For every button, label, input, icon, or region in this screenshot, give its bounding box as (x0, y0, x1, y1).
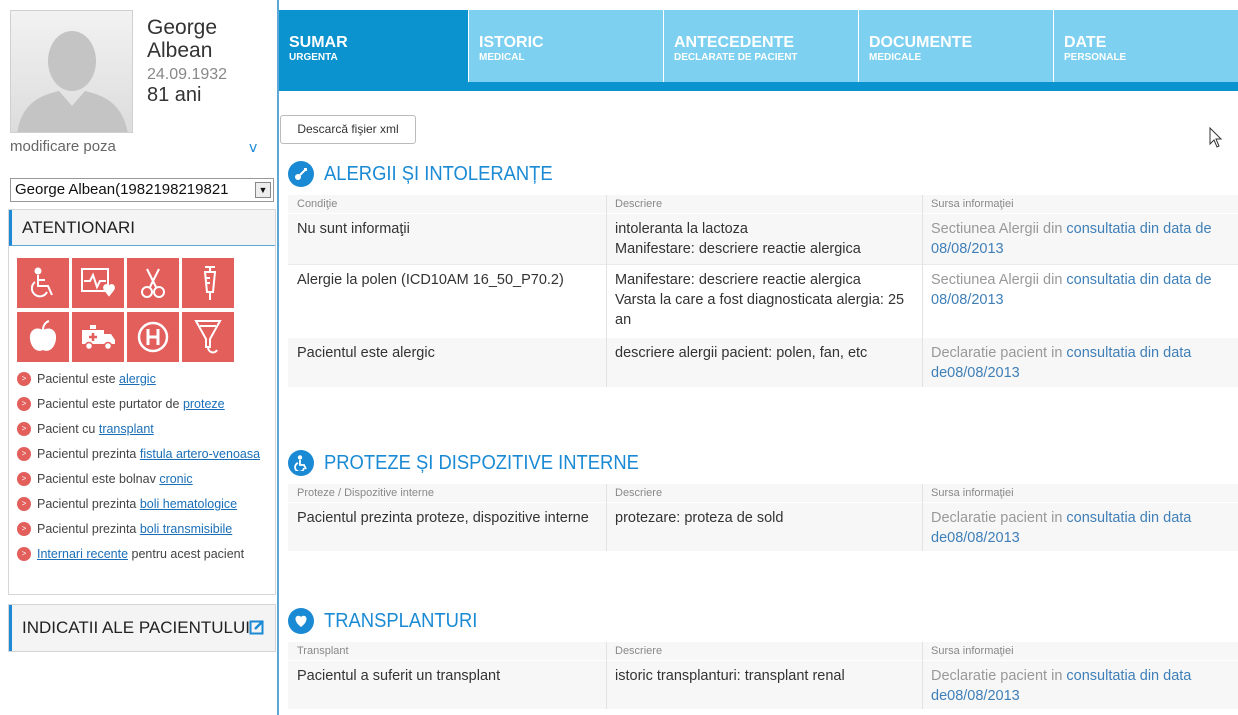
alert-item-fistula: > Pacientul prezinta fistula artero-venoa… (15, 447, 270, 461)
arrow-bullet-icon: > (17, 472, 31, 486)
transplants-title: TRANSPLANTURI (324, 609, 478, 632)
download-xml-button[interactable]: Descarcă fişier xml (280, 115, 416, 144)
alert-item-chronic: > Pacientul este bolnav cronic (15, 472, 270, 486)
tab-bar: SUMAR URGENTA ISTORIC MEDICAL ANTECEDENTE D… (279, 10, 1238, 82)
tab-underline (279, 82, 1238, 91)
prostheses-section: PROTEZE ȘI DISPOZITIVE INTERNE Proteze /… (288, 448, 1238, 551)
alert-link-transmissible[interactable]: boli transmisibile (140, 522, 232, 536)
column-header: Transplant (297, 645, 349, 657)
wheelchair-icon (288, 450, 314, 476)
alert-item-hematologic: > Pacientul prezinta boli hematologice (15, 497, 270, 511)
column-header: Sursa informaţiei (931, 487, 1014, 499)
arrow-bullet-icon: > (17, 422, 31, 436)
patient-age: 81 ani (147, 84, 202, 106)
chevron-down-icon[interactable]: v (249, 140, 257, 156)
alert-link-chronic[interactable]: cronic (159, 472, 192, 486)
allergies-title: ALERGII ȘI INTOLERANȚE (324, 162, 553, 185)
mouse-cursor-icon (1209, 127, 1223, 148)
column-header: Descriere (615, 487, 663, 499)
alerts-list: > Pacientul este alergic > Pacientul este … (15, 372, 270, 572)
tab-personal-data[interactable]: DATE PERSONALE (1054, 10, 1238, 82)
ambulance-icon[interactable] (72, 312, 124, 362)
column-header: Sursa informaţiei (931, 645, 1014, 657)
tab-medical-history[interactable]: ISTORIC MEDICAL (469, 10, 664, 82)
indications-panel: INDICATII ALE PACIENTULUI (8, 604, 276, 652)
alert-item-allergic: > Pacientul este alergic (15, 372, 270, 386)
alert-link-hospitalizations[interactable]: Internari recente (37, 547, 128, 561)
alert-item-prostheses: > Pacientul este purtator de proteze (15, 397, 270, 411)
tab-patient-declared-history[interactable]: ANTECEDENTE DECLARATE DE PACIENT (664, 10, 859, 82)
alerts-panel: ATENTIONARI > Pacientul este alergic > P… (8, 209, 276, 595)
patient-select-value: George Albean(1982198219821 (15, 181, 229, 198)
alert-link-hematologic[interactable]: boli hematologice (140, 497, 237, 511)
transplants-section: TRANSPLANTURI Transplant Descriere Sursa… (288, 606, 1238, 709)
alert-item-transplant: > Pacient cu transplant (15, 422, 270, 436)
alert-item-transmissible: > Pacientul prezinta boli transmisibile (15, 522, 270, 536)
column-header: Sursa informaţiei (931, 198, 1014, 210)
table-header: Proteze / Dispozitive interne Descriere … (288, 484, 1238, 502)
heart-monitor-icon[interactable] (72, 258, 124, 308)
hospital-icon[interactable] (127, 312, 179, 362)
column-header: Condiţie (297, 198, 338, 210)
transplants-table: Transplant Descriere Sursa informaţiei P… (288, 642, 1238, 709)
table-row: Alergie la polen (ICD10AM 16_50_P70.2) M… (288, 264, 1238, 337)
table-header: Transplant Descriere Sursa informaţiei (288, 642, 1238, 660)
patient-name: George Albean (147, 16, 218, 62)
organ-icon (288, 608, 314, 634)
patient-photo[interactable] (10, 10, 133, 133)
column-header: Proteze / Dispozitive interne (297, 487, 434, 499)
edit-icon[interactable] (249, 619, 265, 635)
indications-panel-title: INDICATII ALE PACIENTULUI (9, 605, 275, 651)
column-header: Descriere (615, 645, 663, 657)
arrow-bullet-icon: > (17, 372, 31, 386)
alerts-panel-title: ATENTIONARI (9, 210, 275, 246)
alert-link-fistula[interactable]: fistula artero-venoasa (140, 447, 260, 461)
avatar-silhouette-icon (11, 11, 132, 132)
change-photo-link[interactable]: modificare poza (10, 138, 116, 155)
arrow-bullet-icon: > (17, 447, 31, 461)
arrow-bullet-icon: > (17, 397, 31, 411)
sidebar-divider (277, 0, 279, 715)
arrow-bullet-icon: > (17, 547, 31, 561)
sidebar: George Albean 24.09.1932 81 ani modifica… (0, 0, 278, 715)
table-row: Pacientul a suferit un transplant istori… (288, 660, 1238, 709)
arrow-bullet-icon: > (17, 522, 31, 536)
wheelchair-icon[interactable] (17, 258, 69, 308)
funnel-icon[interactable] (182, 312, 234, 362)
table-row: Nu sunt informaţii intoleranta la lactoz… (288, 213, 1238, 264)
patient-dob: 24.09.1932 (147, 66, 228, 83)
allergies-section: ALERGII ȘI INTOLERANȚE Condiţie Descrier… (288, 159, 1238, 387)
table-header: Condiţie Descriere Sursa informaţiei (288, 195, 1238, 213)
alert-link-prostheses[interactable]: proteze (183, 397, 225, 411)
tab-medical-documents[interactable]: DOCUMENTE MEDICALE (859, 10, 1054, 82)
column-header: Descriere (615, 198, 663, 210)
alert-link-allergic[interactable]: alergic (119, 372, 156, 386)
allergy-icon (288, 161, 314, 187)
alert-link-transplant[interactable]: transplant (99, 422, 154, 436)
app-root: George Albean 24.09.1932 81 ani modifica… (0, 0, 1238, 715)
prostheses-title: PROTEZE ȘI DISPOZITIVE INTERNE (324, 451, 639, 474)
patient-select[interactable]: George Albean(1982198219821 ▼ (10, 178, 274, 202)
dropdown-arrow-icon[interactable]: ▼ (255, 182, 271, 198)
apple-icon[interactable] (17, 312, 69, 362)
arrow-bullet-icon: > (17, 497, 31, 511)
table-row: Pacientul prezinta proteze, dispozitive … (288, 502, 1238, 551)
table-row: Pacientul este alergic descriere alergii… (288, 337, 1238, 387)
prostheses-table: Proteze / Dispozitive interne Descriere … (288, 484, 1238, 551)
scissors-icon[interactable] (127, 258, 179, 308)
tab-emergency-summary[interactable]: SUMAR URGENTA (279, 10, 469, 82)
alert-item-hospitalizations: > Internari recente pentru acest pacient (15, 547, 270, 561)
allergies-table: Condiţie Descriere Sursa informaţiei Nu … (288, 195, 1238, 387)
syringe-icon[interactable] (182, 258, 234, 308)
